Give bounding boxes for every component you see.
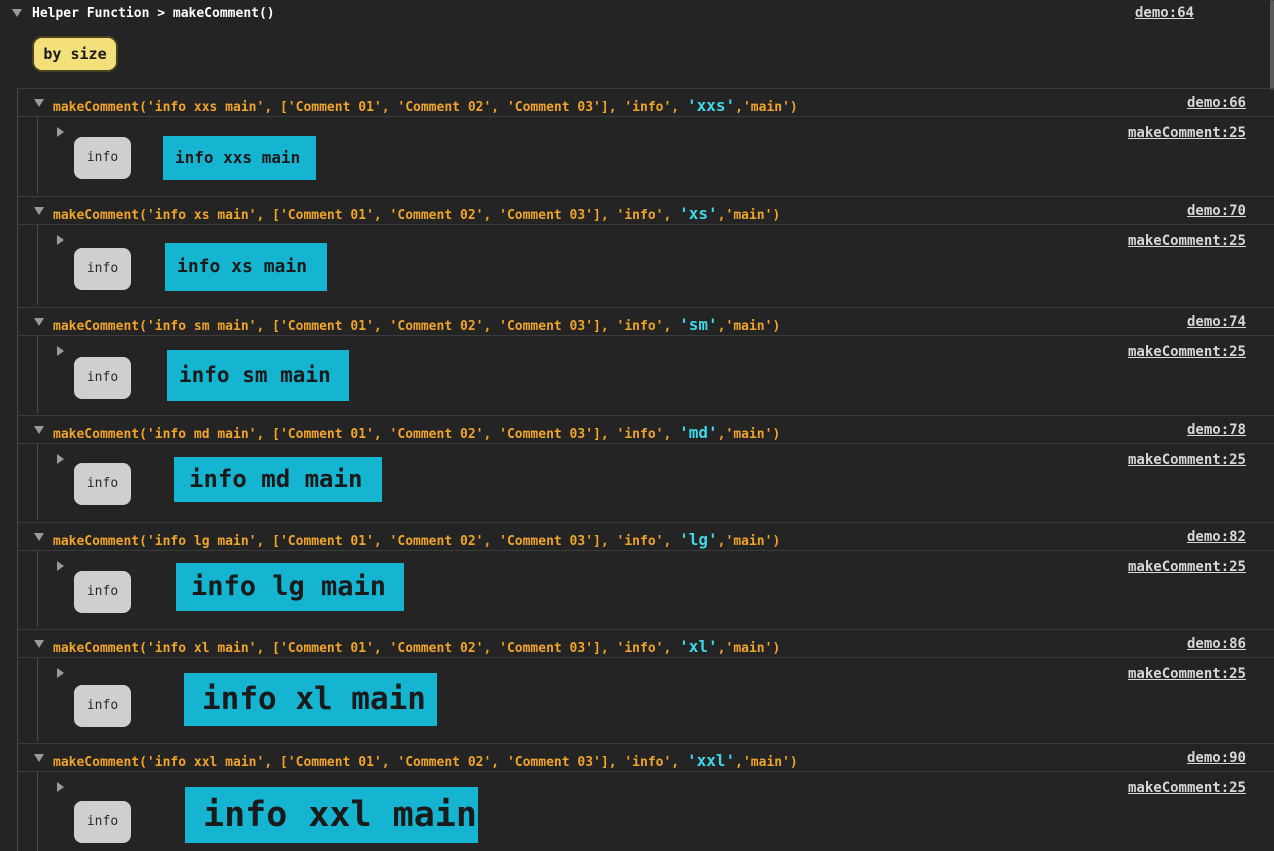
call-row[interactable]: makeComment('info lg main', ['Comment 01… (18, 522, 1274, 551)
triangle-right-icon[interactable] (57, 127, 64, 137)
triangle-down-icon[interactable] (34, 640, 44, 648)
triangle-down-icon[interactable] (34, 99, 44, 107)
message-box: info xxs main (163, 136, 316, 180)
call-size-arg: 'xxs' (686, 96, 736, 115)
message-source-link[interactable]: makeComment:25 (1128, 452, 1246, 468)
call-size-arg: 'sm' (679, 315, 718, 334)
log-entry: makeComment('info sm main', ['Comment 01… (18, 307, 1274, 415)
call-row[interactable]: makeComment('info xl main', ['Comment 01… (18, 629, 1274, 658)
group-title: Helper Function > makeComment() (32, 6, 275, 21)
triangle-down-icon[interactable] (34, 207, 44, 215)
message-source-link[interactable]: makeComment:25 (1128, 666, 1246, 682)
call-size-arg: 'xxl' (686, 751, 736, 770)
call-text: makeComment('info sm main', ['Comment 01… (53, 315, 781, 334)
call-row[interactable]: makeComment('info sm main', ['Comment 01… (18, 307, 1274, 336)
entry-guide-line (37, 658, 38, 741)
info-pill: info (74, 685, 131, 727)
info-pill: info (74, 571, 131, 613)
triangle-down-icon[interactable] (34, 318, 44, 326)
triangle-right-icon[interactable] (57, 561, 64, 571)
message-box: info sm main (167, 350, 349, 401)
message-box: info xs main (165, 243, 327, 291)
call-text: makeComment('info lg main', ['Comment 01… (53, 530, 781, 549)
by-size-badge: by size (34, 38, 116, 70)
info-pill: info (74, 357, 131, 399)
call-size-arg: 'xl' (679, 637, 718, 656)
call-row[interactable]: makeComment('info xxs main', ['Comment 0… (18, 88, 1274, 117)
entry-guide-line (37, 225, 38, 305)
entry-guide-line (37, 117, 38, 194)
call-text: makeComment('info xxs main', ['Comment 0… (53, 96, 798, 115)
source-link[interactable]: demo:82 (1187, 529, 1246, 545)
call-text: makeComment('info xl main', ['Comment 01… (53, 637, 781, 656)
call-text: makeComment('info xxl main', ['Comment 0… (53, 751, 798, 770)
entry-guide-line (37, 336, 38, 413)
entry-guide-line (37, 551, 38, 627)
info-pill: info (74, 137, 131, 179)
call-row[interactable]: makeComment('info xxl main', ['Comment 0… (18, 743, 1274, 772)
triangle-right-icon[interactable] (57, 235, 64, 245)
triangle-down-icon[interactable] (34, 754, 44, 762)
call-size-arg: 'lg' (679, 530, 718, 549)
log-entry: makeComment('info xs main', ['Comment 01… (18, 196, 1274, 307)
call-row[interactable]: makeComment('info xs main', ['Comment 01… (18, 196, 1274, 225)
source-link[interactable]: demo:74 (1187, 314, 1246, 330)
triangle-right-icon[interactable] (57, 346, 64, 356)
call-text: makeComment('info xs main', ['Comment 01… (53, 204, 781, 223)
source-link[interactable]: demo:86 (1187, 636, 1246, 652)
message-source-link[interactable]: makeComment:25 (1128, 233, 1246, 249)
info-pill: info (74, 248, 131, 290)
info-pill: info (74, 463, 131, 505)
group-header[interactable]: Helper Function > makeComment() demo:64 (0, 0, 1240, 28)
message-box: info lg main (176, 563, 404, 611)
log-entry: makeComment('info xxs main', ['Comment 0… (18, 88, 1274, 196)
message-source-link[interactable]: makeComment:25 (1128, 780, 1246, 796)
source-link[interactable]: demo:78 (1187, 422, 1246, 438)
log-entry: makeComment('info xl main', ['Comment 01… (18, 629, 1274, 743)
triangle-right-icon[interactable] (57, 782, 64, 792)
triangle-down-icon[interactable] (12, 9, 22, 17)
message-source-link[interactable]: makeComment:25 (1128, 125, 1246, 141)
call-row[interactable]: makeComment('info md main', ['Comment 01… (18, 415, 1274, 444)
call-size-arg: 'md' (679, 423, 718, 442)
source-link[interactable]: demo:70 (1187, 203, 1246, 219)
message-source-link[interactable]: makeComment:25 (1128, 344, 1246, 360)
message-box: info xxl main (185, 787, 478, 843)
message-source-link[interactable]: makeComment:25 (1128, 559, 1246, 575)
triangle-right-icon[interactable] (57, 454, 64, 464)
source-link[interactable]: demo:64 (1135, 5, 1194, 21)
entry-guide-line (37, 444, 38, 520)
triangle-right-icon[interactable] (57, 668, 64, 678)
log-entry: makeComment('info xxl main', ['Comment 0… (18, 743, 1274, 851)
scrollbar[interactable] (1270, 0, 1274, 90)
console-panel: Helper Function > makeComment() demo:64 … (0, 0, 1274, 851)
message-box: info xl main (184, 673, 437, 726)
log-entry: makeComment('info md main', ['Comment 01… (18, 415, 1274, 522)
source-link[interactable]: demo:90 (1187, 750, 1246, 766)
info-pill: info (74, 801, 131, 843)
triangle-down-icon[interactable] (34, 426, 44, 434)
call-size-arg: 'xs' (679, 204, 718, 223)
message-box: info md main (174, 457, 382, 502)
source-link[interactable]: demo:66 (1187, 95, 1246, 111)
triangle-down-icon[interactable] (34, 533, 44, 541)
log-entry: makeComment('info lg main', ['Comment 01… (18, 522, 1274, 629)
call-text: makeComment('info md main', ['Comment 01… (53, 423, 781, 442)
entry-guide-line (37, 772, 38, 851)
